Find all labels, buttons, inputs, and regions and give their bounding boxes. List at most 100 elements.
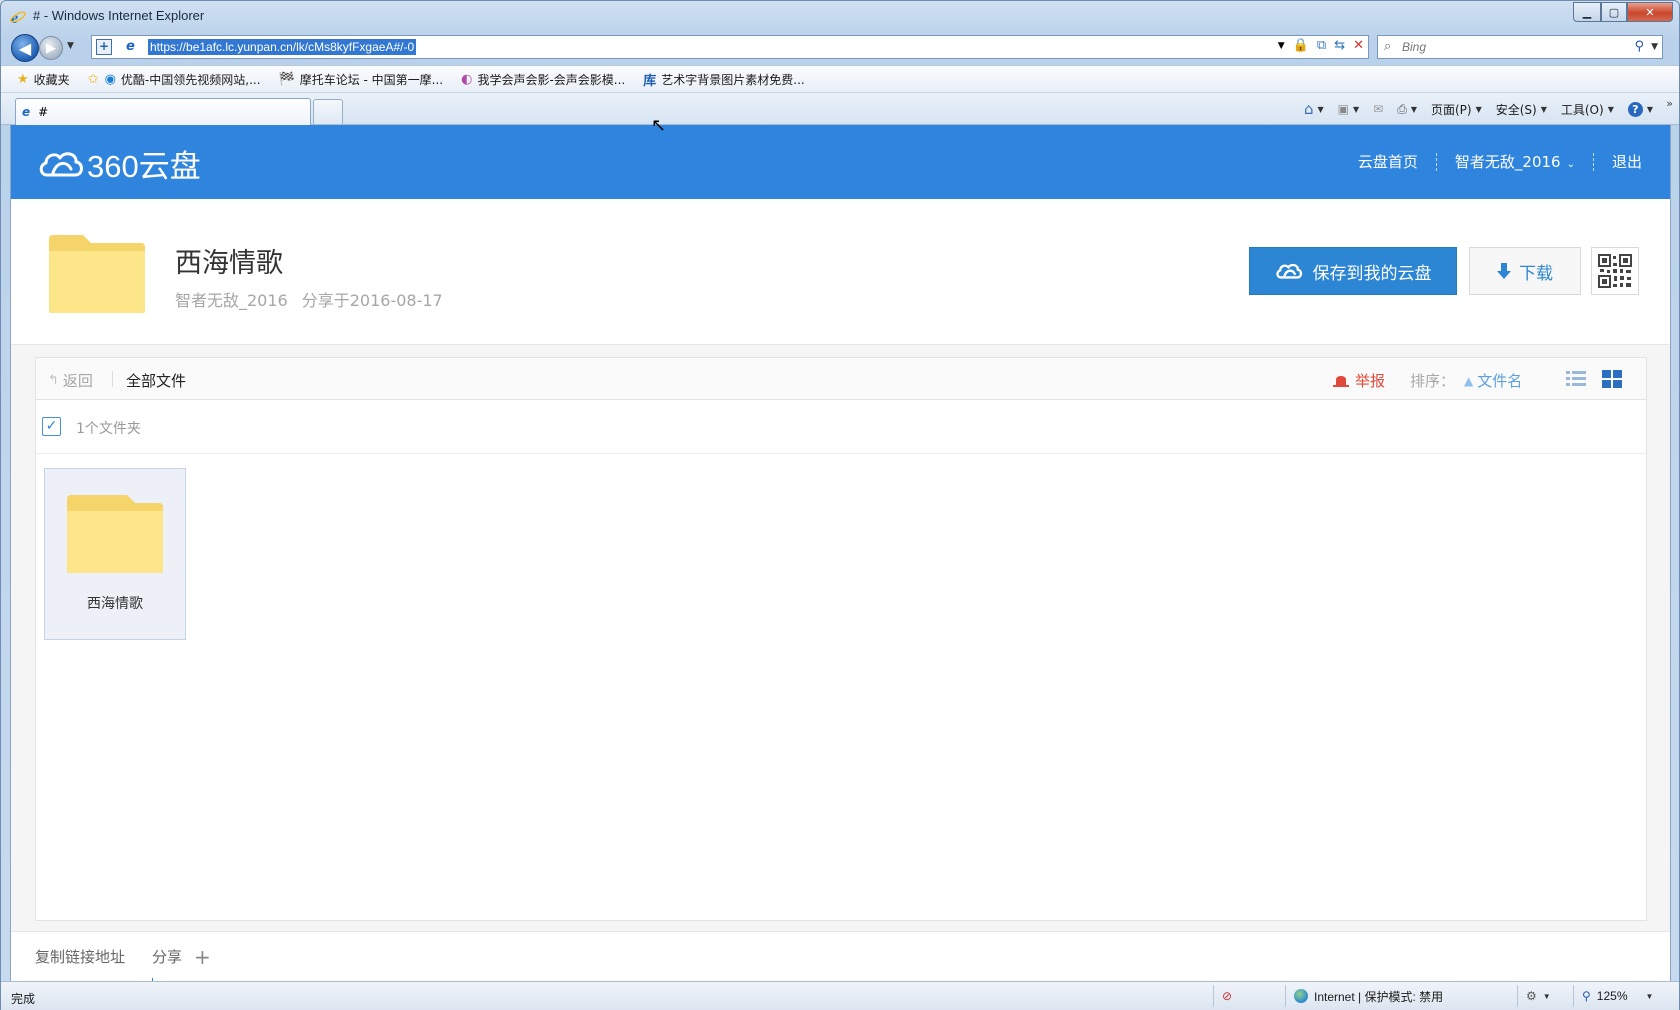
logo-text: 360云盘 bbox=[87, 149, 201, 184]
sort-label: 排序： bbox=[1410, 372, 1456, 390]
save-to-cloud-button[interactable]: 保存到我的云盘 bbox=[1249, 247, 1457, 295]
favorite-link-moto[interactable]: 🏁 摩托车论坛 - 中国第一摩... bbox=[279, 71, 444, 88]
search-box[interactable]: ⌕ ⚲ ▼ bbox=[1377, 35, 1663, 59]
protected-mode-toggle[interactable]: ⚙ ▼ bbox=[1517, 985, 1551, 1007]
cloud-logo-icon bbox=[39, 151, 83, 176]
favorites-button[interactable]: ★ 收藏夹 bbox=[17, 71, 70, 88]
chevron-down-icon: ▼ bbox=[1645, 991, 1654, 1001]
compat-icon[interactable]: ⧉ bbox=[1317, 38, 1326, 53]
maximize-button[interactable]: ▢ bbox=[1601, 2, 1627, 22]
address-bar-actions: ▼ 🔒 ⧉ ⇆ ✕ bbox=[1278, 38, 1364, 53]
favorites-label: 收藏夹 bbox=[33, 72, 70, 87]
new-tab-button[interactable] bbox=[313, 99, 343, 124]
back-button[interactable]: ◀ bbox=[11, 34, 39, 62]
chevron-down-icon[interactable]: ▼ bbox=[1317, 105, 1323, 114]
close-button[interactable]: ✕ bbox=[1627, 2, 1673, 22]
report-link[interactable]: 举报 bbox=[1332, 370, 1385, 391]
page-menu-label: 页面(P) bbox=[1430, 102, 1472, 117]
safety-menu[interactable]: 安全(S) ▼ bbox=[1496, 101, 1547, 118]
favorite-link-label: 优酷-中国领先视频网站,... bbox=[120, 72, 261, 87]
compat-view-icon[interactable]: + bbox=[96, 39, 112, 55]
sort-by-label: 文件名 bbox=[1477, 372, 1523, 390]
back-label: 返回 bbox=[62, 372, 93, 390]
security-zone[interactable]: Internet | 保护模式: 禁用 bbox=[1285, 985, 1443, 1007]
chevron-down-icon[interactable]: ▼ bbox=[1353, 105, 1359, 114]
list-view-icon[interactable] bbox=[1566, 370, 1586, 388]
settings-icon: ⚙ bbox=[1526, 989, 1537, 1003]
qr-code-icon bbox=[1598, 254, 1632, 288]
share-title: 西海情歌 bbox=[175, 248, 283, 279]
user-menu[interactable]: 智者无敌_2016 ⌄ bbox=[1455, 151, 1575, 172]
favorite-link-label: 艺术字背景图片素材免费... bbox=[661, 72, 805, 87]
favorites-bar: ★ 收藏夹 ✩ ◉ 优酷-中国领先视频网站,... 🏁 摩托车论坛 - 中国第一… bbox=[1, 65, 1679, 93]
qr-code-button[interactable] bbox=[1591, 247, 1639, 295]
back-link[interactable]: ↰ 返回 bbox=[48, 370, 93, 391]
share-owner: 智者无敌_2016 bbox=[175, 291, 288, 310]
stop-icon[interactable]: ✕ bbox=[1353, 38, 1364, 53]
status-bar: 完成 ⊘ Internet | 保护模式: 禁用 ⚙ ▼ ⚲ 125% ▼ bbox=[1, 981, 1679, 1010]
more-commands-icon[interactable]: » bbox=[1666, 97, 1673, 110]
tab-current[interactable]: e # bbox=[15, 98, 311, 125]
help-menu[interactable]: ? ▼ bbox=[1627, 101, 1653, 117]
favorite-link-label: 摩托车论坛 - 中国第一摩... bbox=[299, 72, 444, 87]
privacy-icon: ⊘ bbox=[1222, 989, 1233, 1003]
favorite-link-art[interactable]: 库 艺术字背景图片素材免费... bbox=[643, 70, 804, 89]
history-dropdown-icon[interactable]: ▼ bbox=[67, 41, 74, 51]
rss-icon: ▣ bbox=[1337, 102, 1349, 116]
chevron-down-icon[interactable]: ▼ bbox=[1411, 105, 1417, 114]
address-dropdown-icon[interactable]: ▼ bbox=[1278, 41, 1285, 51]
download-arrow-icon bbox=[1497, 263, 1511, 279]
page-menu[interactable]: 页面(P) ▼ bbox=[1431, 101, 1482, 118]
ie-logo-icon: e bbox=[10, 10, 26, 26]
search-input[interactable] bbox=[1402, 39, 1622, 55]
grid-view-icon[interactable] bbox=[1602, 370, 1622, 388]
command-bar: ⌂ ▼ ▣ ▼ ✉ ⎙ ▼ 页面(P) ▼ 安全(S) ▼ 工具(O) ▼ ? ▼ bbox=[1304, 100, 1653, 118]
search-provider-icon: ⌕ bbox=[1384, 39, 1392, 54]
mail-icon: ✉ bbox=[1373, 102, 1384, 116]
site-logo[interactable]: 360云盘 bbox=[37, 141, 201, 186]
chevron-down-icon: ▼ bbox=[1540, 104, 1547, 114]
search-icon[interactable]: ⚲ bbox=[1634, 39, 1644, 54]
refresh-icon[interactable]: ⇆ bbox=[1334, 38, 1345, 53]
tools-menu[interactable]: 工具(O) ▼ bbox=[1561, 101, 1614, 118]
privacy-report[interactable]: ⊘ bbox=[1213, 985, 1232, 1007]
logout-link[interactable]: 退出 bbox=[1612, 151, 1642, 172]
nav-home-link[interactable]: 云盘首页 bbox=[1358, 151, 1418, 172]
file-panel: ↰ 返回 全部文件 举报 排序： ▲ 文件名 ✓ 1个文件夹 西海情歌 bbox=[35, 357, 1647, 921]
item-count: 1个文件夹 bbox=[76, 421, 141, 437]
folder-icon bbox=[67, 495, 163, 573]
print-button[interactable]: ⎙ ▼ bbox=[1397, 102, 1417, 117]
zoom-level: 125% bbox=[1596, 989, 1628, 1003]
minimize-button[interactable]: ▁ bbox=[1573, 2, 1601, 22]
alarm-icon bbox=[1333, 375, 1349, 387]
favorite-link-label: 我学会声会影-会声会影模... bbox=[477, 72, 626, 87]
search-options-icon[interactable]: ▼ bbox=[1651, 42, 1658, 52]
add-favorite-button[interactable]: ✩ bbox=[88, 72, 99, 87]
file-tile[interactable]: 西海情歌 bbox=[44, 468, 186, 640]
mouse-cursor-icon: ↖ bbox=[651, 115, 667, 136]
arrow-right-icon: ▶ bbox=[46, 40, 56, 56]
select-all-checkbox[interactable]: ✓ bbox=[42, 417, 61, 436]
home-button[interactable]: ⌂ ▼ bbox=[1304, 100, 1324, 118]
feeds-button[interactable]: ▣ ▼ bbox=[1338, 102, 1360, 116]
forward-button[interactable]: ▶ bbox=[39, 36, 63, 60]
copy-link-button[interactable]: 复制链接地址 bbox=[35, 946, 125, 967]
page-viewport: 360云盘 云盘首页 智者无敌_2016 ⌄ 退出 西海情歌 智者无敌_2016 … bbox=[10, 125, 1671, 981]
header-nav: 云盘首页 智者无敌_2016 ⌄ 退出 bbox=[1358, 151, 1642, 172]
share-button[interactable]: 分享 + bbox=[152, 946, 211, 967]
zoom-control[interactable]: ⚲ 125% ▼ bbox=[1573, 985, 1653, 1007]
url-text[interactable]: https://be1afc.lc.yunpan.cn/lk/cMs8kyfFx… bbox=[148, 39, 417, 55]
sort-by-name-button[interactable]: ▲ 文件名 bbox=[1464, 370, 1522, 391]
window-controls: ▁ ▢ ✕ bbox=[1573, 2, 1673, 22]
download-button-label: 下载 bbox=[1519, 263, 1553, 284]
breadcrumb-all-files[interactable]: 全部文件 bbox=[126, 370, 186, 391]
mail-button[interactable]: ✉ bbox=[1373, 102, 1383, 116]
favorite-link-youku[interactable]: ◉ 优酷-中国领先视频网站,... bbox=[105, 71, 261, 88]
download-button[interactable]: 下载 bbox=[1469, 247, 1581, 295]
chevron-down-icon: ▼ bbox=[1646, 104, 1653, 114]
chevron-down-icon: ⌄ bbox=[1566, 159, 1575, 170]
favorite-link-huisheng[interactable]: ◐ 我学会声会影-会声会影模... bbox=[461, 71, 625, 88]
address-bar[interactable]: + e https://be1afc.lc.yunpan.cn/lk/cMs8k… bbox=[91, 35, 1369, 59]
share-label: 分享 bbox=[152, 948, 183, 966]
lock-icon[interactable]: 🔒 bbox=[1293, 38, 1309, 53]
